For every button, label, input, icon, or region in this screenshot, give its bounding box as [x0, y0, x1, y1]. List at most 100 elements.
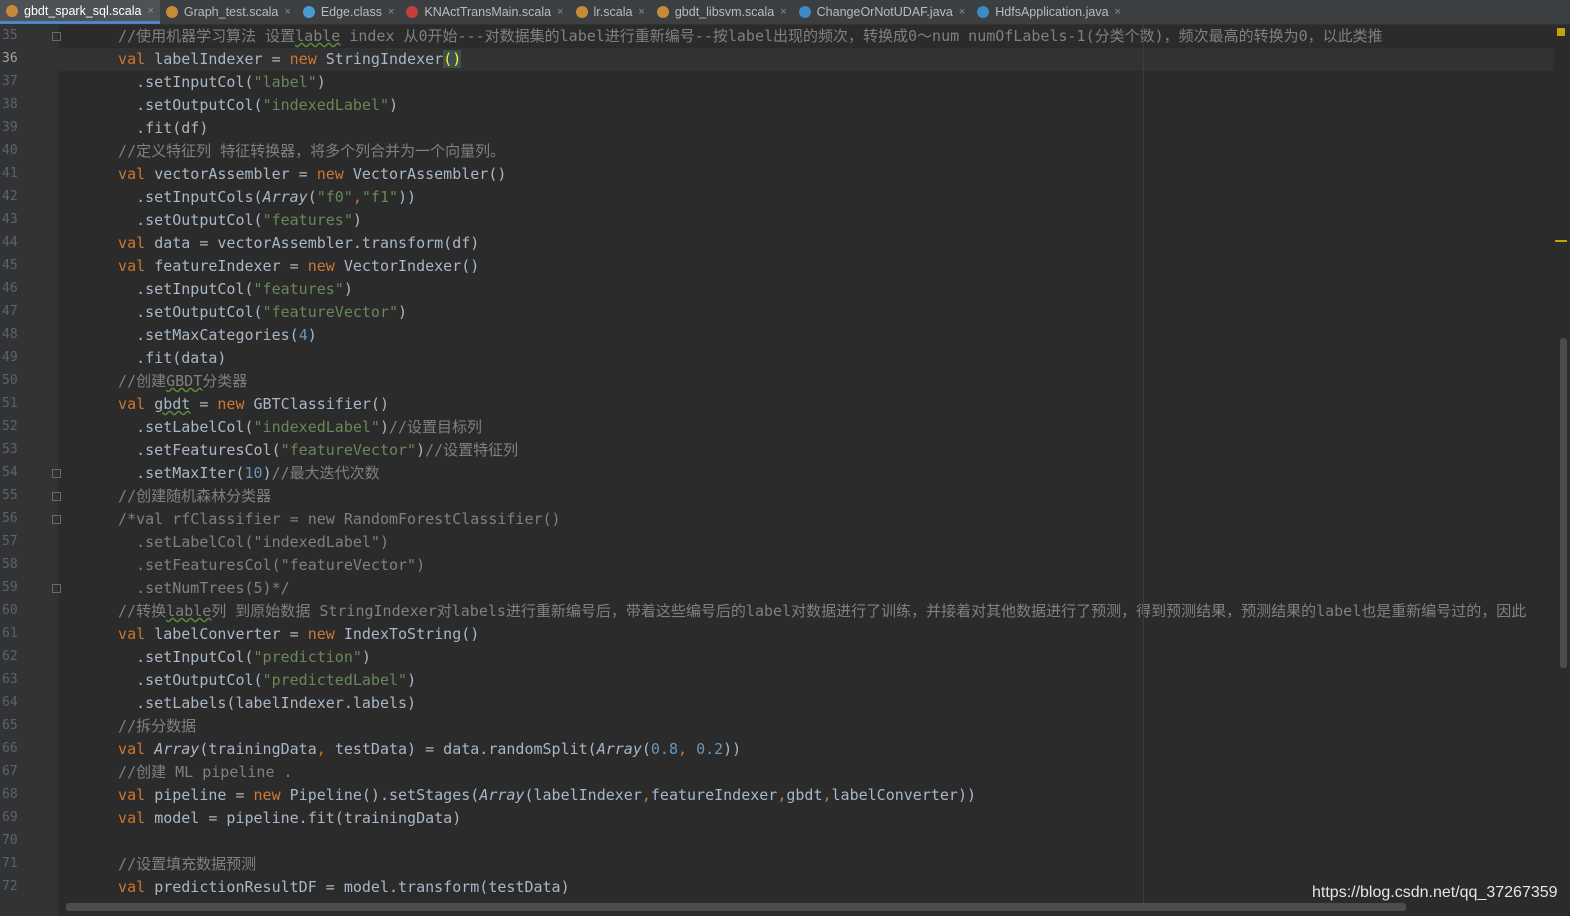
code-token: (labelIndexer — [524, 786, 642, 804]
line-number: 53 — [2, 442, 18, 457]
tab-changeornotudaf-java[interactable]: ChangeOrNotUDAF.java × — [793, 0, 972, 24]
tab-label: Edge.class — [320, 5, 382, 19]
code-line[interactable]: val featureIndexer = new VectorIndexer() — [100, 255, 479, 278]
tab-lr-scala[interactable]: lr.scala × — [570, 0, 651, 24]
java-class-icon — [798, 6, 811, 18]
code-line[interactable]: .setOutputCol("features") — [100, 209, 362, 232]
error-stripe-marker[interactable] — [1555, 240, 1567, 242]
code-token: val — [100, 234, 155, 252]
code-line[interactable]: //创建 ML pipeline . — [100, 761, 293, 784]
close-tab-icon[interactable]: × — [959, 6, 965, 18]
code-token: val — [100, 878, 155, 896]
line-number: 60 — [2, 603, 18, 618]
code-line[interactable]: .setOutputCol("predictedLabel") — [100, 669, 416, 692]
code-line[interactable]: .setInputCol("features") — [100, 278, 353, 301]
code-token: //最大迭代次数 — [271, 464, 380, 482]
tab-label: HdfsApplication.java — [995, 5, 1109, 19]
code-token: labelIndexer = — [154, 50, 290, 68]
code-token: .setOutputCol( — [100, 211, 263, 229]
code-line[interactable]: //转换lable列 到原始数据 StringIndexer对labels进行重… — [100, 600, 1526, 623]
line-number: 52 — [2, 419, 18, 434]
code-line[interactable]: .setInputCol("label") — [100, 71, 326, 94]
warning-marker-icon[interactable] — [1557, 28, 1565, 36]
code-line[interactable]: val model = pipeline.fit(trainingData) — [100, 807, 461, 830]
code-line[interactable]: .setMaxCategories(4) — [100, 324, 317, 347]
code-token: labelConverter)) — [831, 786, 977, 804]
code-line[interactable]: val pipeline = new Pipeline().setStages(… — [100, 784, 976, 807]
code-line[interactable]: val vectorAssembler = new VectorAssemble… — [100, 163, 506, 186]
close-tab-icon[interactable]: × — [284, 6, 290, 18]
code-line[interactable]: .setNumTrees(5)*/ — [100, 577, 290, 600]
code-line[interactable]: //使用机器学习算法 设置lable index 从0开始---对数据集的lab… — [100, 25, 1383, 48]
code-token: .setFeaturesCol("featureVector") — [100, 556, 426, 574]
vertical-scrollbar[interactable] — [1560, 338, 1567, 668]
code-token: //创建随机森林分类器 — [100, 487, 272, 505]
close-tab-icon[interactable]: × — [638, 6, 644, 18]
code-token: .fit(data) — [100, 349, 227, 367]
code-line[interactable]: //拆分数据 — [100, 715, 196, 738]
tab-hdfsapplication-java[interactable]: HdfsApplication.java × — [971, 0, 1127, 24]
code-line[interactable]: .setLabels(labelIndexer.labels) — [100, 692, 416, 715]
tab-gbdt-spark-sql-scala[interactable]: gbdt_spark_sql.scala × — [0, 0, 160, 24]
code-line[interactable]: .setFeaturesCol("featureVector") — [100, 554, 425, 577]
code-line[interactable]: //设置填充数据预测 — [100, 853, 256, 876]
close-tab-icon[interactable]: × — [780, 6, 786, 18]
code-token: "f1" — [361, 188, 399, 206]
tab-gbdt-libsvm-scala[interactable]: gbdt_libsvm.scala × — [651, 0, 793, 24]
code-area[interactable]: //使用机器学习算法 设置lable index 从0开始---对数据集的lab… — [58, 25, 1554, 916]
tab-knacttransmain-scala[interactable]: KNActTransMain.scala × — [400, 0, 569, 24]
code-line[interactable]: .setLabelCol("indexedLabel")//设置目标列 — [100, 416, 482, 439]
code-token: .setInputCol( — [100, 648, 254, 666]
code-token: .setOutputCol( — [100, 96, 263, 114]
horizontal-scrollbar[interactable] — [66, 903, 1406, 911]
line-number: 40 — [2, 143, 18, 158]
code-token: "predictedLabel" — [262, 671, 408, 689]
code-line[interactable]: val Array(trainingData, testData) = data… — [100, 738, 741, 761]
code-line[interactable]: .setOutputCol("featureVector") — [100, 301, 407, 324]
scala-object-icon — [656, 6, 669, 18]
close-tab-icon[interactable]: × — [1115, 6, 1121, 18]
close-tab-icon[interactable]: × — [388, 6, 394, 18]
code-token: ) — [316, 73, 326, 91]
code-line[interactable]: //创建随机森林分类器 — [100, 485, 271, 508]
code-line[interactable]: val labelConverter = new IndexToString() — [100, 623, 479, 646]
code-line[interactable]: .fit(df) — [100, 117, 208, 140]
line-number: 59 — [2, 580, 18, 595]
code-line[interactable]: .setFeaturesCol("featureVector")//设置特征列 — [100, 439, 518, 462]
code-token: model = pipeline.fit(trainingData) — [154, 809, 462, 827]
line-number: 72 — [2, 879, 18, 894]
code-token: "indexedLabel" — [253, 418, 380, 436]
tab-graph-test-scala[interactable]: Graph_test.scala × — [160, 0, 297, 24]
code-token: "features" — [253, 280, 344, 298]
code-line[interactable]: .setInputCols(Array("f0","f1")) — [100, 186, 416, 209]
tab-label: Graph_test.scala — [183, 5, 279, 19]
tab-label: ChangeOrNotUDAF.java — [816, 5, 953, 19]
right-margin-guide — [1143, 25, 1144, 905]
close-tab-icon[interactable]: × — [147, 5, 153, 17]
code-line[interactable]: /*val rfClassifier = new RandomForestCla… — [100, 508, 561, 531]
code-line[interactable]: //定义特征列 特征转换器，将多个列合并为一个向量列。 — [100, 140, 505, 163]
code-line[interactable]: val predictionResultDF = model.transform… — [100, 876, 570, 899]
line-number: 36 — [2, 51, 18, 66]
watermark-text: https://blog.csdn.net/qq_37267359 — [1312, 884, 1558, 901]
code-token: val — [100, 395, 155, 413]
code-line[interactable]: val labelIndexer = new StringIndexer() — [100, 48, 462, 71]
code-token: "prediction" — [253, 648, 362, 666]
code-line[interactable]: .setInputCol("prediction") — [100, 646, 371, 669]
code-line[interactable]: //创建GBDT分类器 — [100, 370, 247, 393]
code-token: //定义特征列 特征转换器，将多个列合并为一个向量列。 — [100, 142, 506, 160]
tab-edge-class[interactable]: Edge.class × — [297, 0, 401, 24]
code-line[interactable]: .fit(data) — [100, 347, 226, 370]
code-line[interactable]: .setMaxIter(10)//最大迭代次数 — [100, 462, 380, 485]
code-token: lable — [166, 602, 212, 620]
close-tab-icon[interactable]: × — [557, 6, 563, 18]
code-token: )) — [398, 188, 417, 206]
code-line[interactable]: .setLabelCol("indexedLabel") — [100, 531, 389, 554]
code-line[interactable]: val data = vectorAssembler.transform(df) — [100, 232, 479, 255]
code-token: ) — [262, 464, 272, 482]
code-line[interactable]: .setOutputCol("indexedLabel") — [100, 94, 398, 117]
code-editor[interactable]: 35 36 37 38 39 40 41 42 43 44 45 46 47 48 49 50 51 52 53 54… — [0, 25, 1570, 916]
tab-label: gbdt_libsvm.scala — [674, 5, 775, 19]
code-token: GBDT — [166, 372, 203, 390]
code-line[interactable]: val gbdt = new GBTClassifier() — [100, 393, 389, 416]
